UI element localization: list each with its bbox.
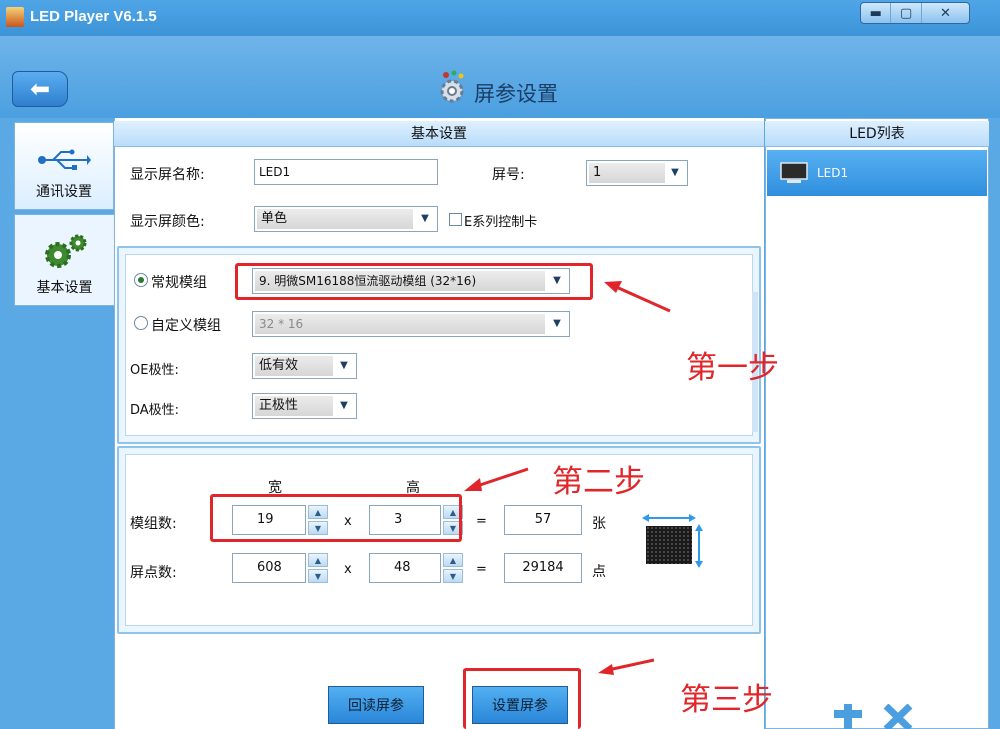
nav-item-communication[interactable]: 通讯设置 bbox=[14, 122, 114, 210]
custom-module-select[interactable]: 32 * 16 ▼ bbox=[252, 311, 570, 337]
screen-no-value: 1 bbox=[589, 163, 665, 183]
plus-icon[interactable] bbox=[832, 704, 864, 729]
back-button[interactable]: ⬅ bbox=[12, 71, 68, 107]
module-total: 57 bbox=[504, 505, 582, 535]
module-count-label: 模组数: bbox=[130, 516, 177, 532]
led-list-panel bbox=[765, 118, 989, 729]
window-controls: ▬ ▢ ✕ bbox=[860, 2, 970, 24]
times-sign: x bbox=[344, 562, 352, 577]
pixel-width-input[interactable]: 608 bbox=[232, 553, 306, 583]
settings-gear-icon bbox=[440, 70, 464, 103]
window-title: LED Player V6.1.5 bbox=[30, 8, 157, 25]
chevron-down-icon[interactable]: ▼ bbox=[443, 569, 463, 583]
led-list-item-label: LED1 bbox=[817, 166, 849, 180]
screen-name-input[interactable]: LED1 bbox=[254, 159, 438, 185]
pixel-total: 29184 bbox=[504, 553, 582, 583]
step3-label: 第三步 bbox=[680, 682, 773, 718]
nav-label-basic: 基本设置 bbox=[36, 280, 93, 296]
da-polarity-label: DA极性: bbox=[130, 403, 180, 418]
chevron-down-icon: ▼ bbox=[553, 318, 561, 329]
screen-color-select[interactable]: 单色 ▼ bbox=[254, 206, 438, 232]
screen-color-value: 单色 bbox=[257, 209, 413, 229]
monitor-icon bbox=[780, 162, 808, 183]
oe-polarity-label: OE极性: bbox=[130, 363, 179, 378]
pixel-unit: 点 bbox=[592, 564, 606, 580]
pixel-height-input[interactable]: 48 bbox=[369, 553, 441, 583]
da-polarity-value: 正极性 bbox=[255, 396, 333, 416]
custom-module-label: 自定义模组 bbox=[151, 318, 221, 334]
normal-module-label: 常规模组 bbox=[151, 275, 207, 291]
chevron-up-icon[interactable]: ▲ bbox=[443, 553, 463, 567]
maximize-button[interactable]: ▢ bbox=[891, 3, 922, 23]
screen-no-select[interactable]: 1 ▼ bbox=[586, 160, 688, 186]
led-list-heading: LED列表 bbox=[765, 121, 989, 147]
nav-item-basic[interactable]: 基本设置 bbox=[14, 214, 114, 306]
equals-sign: = bbox=[476, 514, 487, 529]
equals-sign: = bbox=[476, 562, 487, 577]
custom-module-radio[interactable] bbox=[134, 316, 148, 330]
chevron-down-icon: ▼ bbox=[340, 400, 348, 411]
dimension-preview-icon bbox=[642, 514, 703, 568]
left-nav: 通讯设置 基本设置 bbox=[14, 118, 114, 729]
pixel-count-label: 屏点数: bbox=[130, 565, 177, 581]
read-params-button[interactable]: 回读屏参 bbox=[328, 686, 424, 724]
screen-color-label: 显示屏颜色: bbox=[130, 214, 205, 230]
step1-arrow-icon bbox=[604, 281, 671, 313]
custom-module-value: 32 * 16 bbox=[255, 314, 545, 334]
chevron-down-icon[interactable]: ▼ bbox=[308, 569, 328, 583]
nav-label-communication: 通讯设置 bbox=[36, 184, 92, 200]
step1-highlight bbox=[235, 263, 593, 300]
close-button[interactable]: ✕ bbox=[922, 3, 969, 23]
pixel-width-stepper[interactable]: ▲ ▼ bbox=[308, 553, 328, 583]
e-series-label: E系列控制卡 bbox=[464, 215, 538, 230]
app-logo-icon bbox=[6, 7, 24, 27]
pixel-height-stepper[interactable]: ▲ ▼ bbox=[443, 553, 463, 583]
module-unit: 张 bbox=[592, 516, 606, 532]
back-arrow-icon: ⬅ bbox=[29, 75, 51, 103]
step2-highlight bbox=[210, 494, 462, 542]
step3-highlight bbox=[463, 668, 581, 729]
step3-arrow-icon bbox=[598, 658, 655, 675]
screen-name-label: 显示屏名称: bbox=[130, 167, 205, 183]
step2-arrow-icon bbox=[464, 467, 529, 491]
page-title: 屏参设置 bbox=[474, 82, 558, 106]
oe-polarity-value: 低有效 bbox=[255, 356, 333, 376]
da-polarity-select[interactable]: 正极性 ▼ bbox=[252, 393, 357, 419]
main-panel-heading: 基本设置 bbox=[114, 121, 764, 147]
led-list-item[interactable]: LED1 bbox=[767, 150, 987, 196]
chevron-down-icon: ▼ bbox=[671, 167, 679, 178]
step1-label: 第一步 bbox=[686, 350, 779, 386]
e-series-checkbox[interactable] bbox=[449, 213, 462, 226]
usb-icon bbox=[38, 149, 91, 170]
x-icon[interactable] bbox=[882, 704, 914, 729]
gears-icon bbox=[44, 234, 86, 268]
chevron-down-icon: ▼ bbox=[421, 213, 429, 224]
chevron-down-icon: ▼ bbox=[340, 360, 348, 371]
minimize-button[interactable]: ▬ bbox=[861, 3, 892, 23]
screen-no-label: 屏号: bbox=[492, 167, 525, 183]
oe-polarity-select[interactable]: 低有效 ▼ bbox=[252, 353, 357, 379]
chevron-up-icon[interactable]: ▲ bbox=[308, 553, 328, 567]
step2-label: 第二步 bbox=[552, 464, 645, 500]
normal-module-radio[interactable] bbox=[134, 273, 148, 287]
